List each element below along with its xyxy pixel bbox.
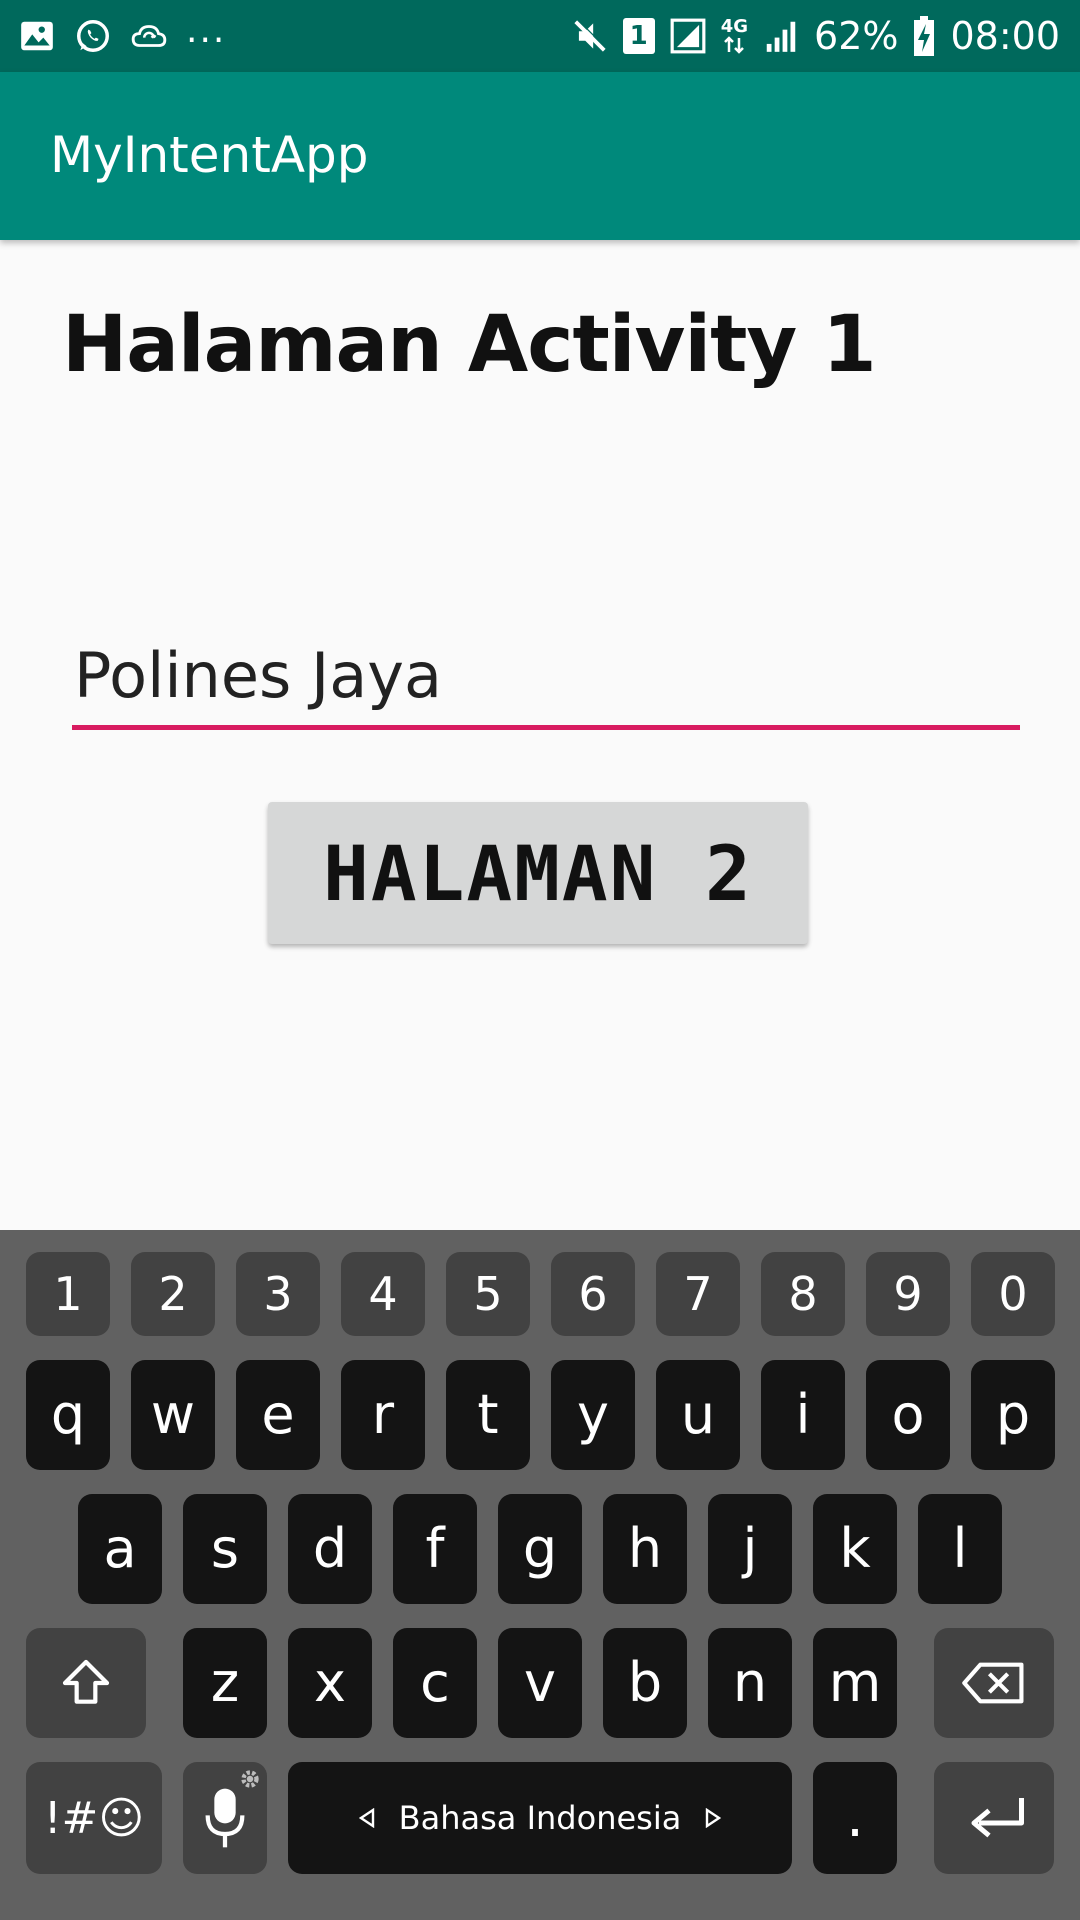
cloud-sync-icon <box>131 25 167 47</box>
shift-icon <box>62 1659 110 1704</box>
mic-icon <box>205 1788 245 1848</box>
sim-slot-badge: 1 <box>622 18 655 54</box>
key-b[interactable]: b <box>603 1628 687 1738</box>
key-7[interactable]: 7 <box>656 1252 740 1336</box>
key-c[interactable]: c <box>393 1628 477 1738</box>
settings-gear-icon <box>241 1770 259 1788</box>
backspace-key[interactable] <box>934 1628 1054 1738</box>
mute-icon <box>574 19 607 52</box>
space-key[interactable]: Bahasa Indonesia <box>288 1762 792 1874</box>
space-key-label: Bahasa Indonesia <box>398 1799 682 1837</box>
shift-key[interactable] <box>26 1628 146 1738</box>
battery-percent: 62% <box>814 14 899 58</box>
arrow-left-icon <box>358 1808 374 1828</box>
key-3[interactable]: 3 <box>236 1252 320 1336</box>
key-n[interactable]: n <box>708 1628 792 1738</box>
key-h[interactable]: h <box>603 1494 687 1604</box>
key-v[interactable]: v <box>498 1628 582 1738</box>
key-z[interactable]: z <box>183 1628 267 1738</box>
overflow-indicator: ... <box>186 10 227 51</box>
key-e[interactable]: e <box>236 1360 320 1470</box>
key-q[interactable]: q <box>26 1360 110 1470</box>
halaman-2-button[interactable]: HALAMAN 2 <box>268 802 808 944</box>
app-bar: MyIntentApp <box>0 72 1080 240</box>
key-t[interactable]: t <box>446 1360 530 1470</box>
status-bar-left: ... <box>18 10 227 58</box>
key-d[interactable]: d <box>288 1494 372 1604</box>
clock: 08:00 <box>950 14 1060 58</box>
symbols-key[interactable]: !#☺ <box>26 1762 162 1874</box>
key-g[interactable]: g <box>498 1494 582 1604</box>
enter-key[interactable] <box>934 1762 1054 1874</box>
key-a[interactable]: a <box>78 1494 162 1604</box>
signal-bars-icon <box>766 21 796 52</box>
key-u[interactable]: u <box>656 1360 740 1470</box>
key-6[interactable]: 6 <box>551 1252 635 1336</box>
key-4[interactable]: 4 <box>341 1252 425 1336</box>
soft-keyboard: 1 2 3 4 5 6 7 8 9 0 q w e r t y u i o p … <box>0 1230 1080 1920</box>
mic-key[interactable] <box>183 1762 267 1874</box>
key-w[interactable]: w <box>131 1360 215 1470</box>
enter-icon <box>971 1798 1024 1838</box>
period-key[interactable]: . <box>813 1762 897 1874</box>
key-i[interactable]: i <box>761 1360 845 1470</box>
symbols-key-label: !#☺ <box>43 1792 145 1844</box>
key-r[interactable]: r <box>341 1360 425 1470</box>
arrow-right-icon <box>706 1808 722 1828</box>
backspace-icon <box>962 1662 1024 1704</box>
key-l[interactable]: l <box>918 1494 1002 1604</box>
data-arrows-icon <box>724 36 745 54</box>
key-f[interactable]: f <box>393 1494 477 1604</box>
image-icon <box>21 21 53 51</box>
name-input[interactable] <box>72 626 1020 730</box>
key-j[interactable]: j <box>708 1494 792 1604</box>
key-1[interactable]: 1 <box>26 1252 110 1336</box>
page-heading: Halaman Activity 1 <box>62 300 877 390</box>
key-x[interactable]: x <box>288 1628 372 1738</box>
key-2[interactable]: 2 <box>131 1252 215 1336</box>
battery-charging-icon <box>914 16 935 56</box>
key-k[interactable]: k <box>813 1494 897 1604</box>
key-0[interactable]: 0 <box>971 1252 1055 1336</box>
key-m[interactable]: m <box>813 1628 897 1738</box>
key-p[interactable]: p <box>971 1360 1055 1470</box>
network-type: 4G <box>721 18 748 54</box>
whatsapp-icon <box>77 20 109 52</box>
status-bar: ... 1 4G 62% 08:00 <box>0 0 1080 72</box>
key-y[interactable]: y <box>551 1360 635 1470</box>
key-8[interactable]: 8 <box>761 1252 845 1336</box>
status-bar-right: 1 4G 62% 08:00 <box>571 10 1060 62</box>
key-9[interactable]: 9 <box>866 1252 950 1336</box>
key-s[interactable]: s <box>183 1494 267 1604</box>
key-5[interactable]: 5 <box>446 1252 530 1336</box>
key-o[interactable]: o <box>866 1360 950 1470</box>
signal-icon <box>670 18 706 54</box>
app-title: MyIntentApp <box>50 126 369 184</box>
